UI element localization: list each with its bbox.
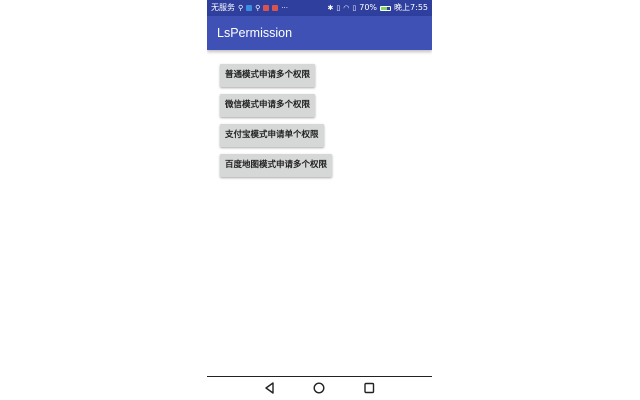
vibrate-icon: ▯: [336, 4, 341, 12]
more-notifications-icon: ···: [281, 4, 288, 12]
clock: 晚上7:55: [394, 3, 428, 12]
navigation-bar: [207, 376, 432, 400]
normal-mode-multi-permission-button[interactable]: 普通模式申请多个权限: [220, 64, 316, 87]
battery-icon: [380, 5, 392, 11]
notification-badge-icon: [272, 5, 279, 11]
carrier-text: 无服务: [211, 3, 235, 12]
status-bar: 无服务 ⚲ ⚲ ··· ✱ ▯ ◠ ▯ 70% 晚上7:55: [207, 0, 432, 16]
wifi-icon: ◠: [343, 4, 350, 12]
status-left: 无服务 ⚲ ⚲ ···: [211, 0, 288, 16]
notification-badge-icon: [263, 5, 270, 11]
triangle-back-icon[interactable]: [263, 381, 277, 395]
alipay-mode-single-permission-button[interactable]: 支付宝模式申请单个权限: [220, 124, 324, 147]
baidu-map-mode-multi-permission-button[interactable]: 百度地图模式申请多个权限: [220, 154, 333, 177]
wechat-mode-multi-permission-button[interactable]: 微信模式申请多个权限: [220, 94, 316, 117]
circle-home-icon[interactable]: [312, 381, 326, 395]
battery-percent: 70%: [359, 3, 378, 12]
no-sim-icon: ▯: [352, 4, 357, 12]
usb-debug-icon: ⚲: [255, 4, 261, 12]
bluetooth-icon: ✱: [327, 4, 334, 12]
app-bar: LsPermission: [207, 16, 432, 50]
app-title: LsPermission: [217, 26, 293, 40]
square-recents-icon[interactable]: [362, 381, 376, 395]
status-right: ✱ ▯ ◠ ▯ 70% 晚上7:55: [328, 0, 428, 16]
phone-screen: 无服务 ⚲ ⚲ ··· ✱ ▯ ◠ ▯ 70% 晚上7:55 LsPermiss…: [207, 0, 432, 400]
app-notification-icon: [246, 5, 253, 11]
usb-icon: ⚲: [238, 4, 244, 12]
main-content: 普通模式申请多个权限 微信模式申请多个权限 支付宝模式申请单个权限 百度地图模式…: [207, 50, 432, 376]
